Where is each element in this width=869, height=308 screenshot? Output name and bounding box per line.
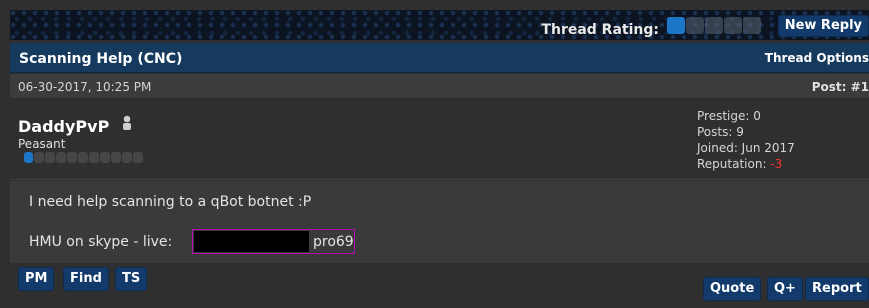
post-date-row: 06-30-2017, 10:25 PM Post: #1 (10, 74, 869, 99)
post-message-line1: I need help scanning to a qBot botnet :P (29, 194, 312, 210)
author-stats: Prestige: 0 Posts: 9 Joined: Jun 2017 Re… (697, 108, 795, 172)
new-reply-button[interactable]: New Reply (777, 15, 869, 37)
author-reputation-bar (24, 152, 143, 163)
author-username[interactable]: DaddyPvP (18, 117, 109, 136)
rep-pip-active (24, 152, 33, 163)
rep-pip (122, 152, 132, 163)
rep-pip (111, 152, 121, 163)
redacted-contact-suffix: pro69 (313, 234, 354, 250)
thread-title: Scanning Help (CNC) (19, 51, 183, 67)
thread-rating-stars[interactable] (667, 17, 761, 34)
rating-pip-2[interactable] (686, 17, 704, 34)
ts-button[interactable]: TS (115, 267, 148, 291)
rep-pip (67, 152, 77, 163)
pm-button[interactable]: PM (18, 267, 55, 291)
stat-reputation: Reputation: -3 (697, 156, 795, 172)
rep-pip (100, 152, 110, 163)
rep-pip (78, 152, 88, 163)
thread-header: Scanning Help (CNC) Thread Options (10, 43, 869, 73)
rep-pip (89, 152, 99, 163)
redaction-block (194, 231, 309, 252)
report-button[interactable]: Report (805, 277, 869, 301)
redacted-contact-box: pro69 (192, 229, 355, 254)
find-button[interactable]: Find (63, 267, 109, 291)
quote-button[interactable]: Quote (703, 277, 762, 301)
stat-prestige: Prestige: 0 (697, 109, 761, 123)
thread-top-bar: Thread Rating: New Reply (10, 10, 869, 40)
post-message-line2: HMU on skype - live: (29, 234, 173, 250)
rep-pip (133, 152, 143, 163)
rating-pip-3[interactable] (705, 17, 723, 34)
post-author-info: DaddyPvP Peasant Prestige: 0 Posts: 9 Jo… (10, 100, 869, 180)
author-title: Peasant (18, 137, 66, 151)
post-number-link[interactable]: Post: #1 (812, 80, 869, 94)
stat-posts: Posts: 9 (697, 125, 744, 139)
rating-pip-5[interactable] (743, 17, 761, 34)
stat-joined: Joined: Jun 2017 (697, 141, 795, 155)
thread-options-link[interactable]: Thread Options (765, 51, 869, 65)
rating-pip-1[interactable] (667, 17, 685, 34)
reputation-value-link[interactable]: -3 (770, 157, 782, 171)
post-body: I need help scanning to a qBot botnet :P… (10, 181, 869, 263)
thread-rating-label: Thread Rating: (541, 22, 659, 38)
post-actions-bar: PM Find TS Quote Q+ Report (10, 263, 869, 308)
rep-pip (56, 152, 66, 163)
post-date: 06-30-2017, 10:25 PM (18, 80, 152, 94)
user-offline-icon (123, 115, 131, 130)
rating-pip-4[interactable] (724, 17, 742, 34)
quick-quote-button[interactable]: Q+ (767, 277, 803, 301)
reputation-label: Reputation: (697, 157, 771, 171)
rep-pip (45, 152, 55, 163)
rep-pip (34, 152, 44, 163)
